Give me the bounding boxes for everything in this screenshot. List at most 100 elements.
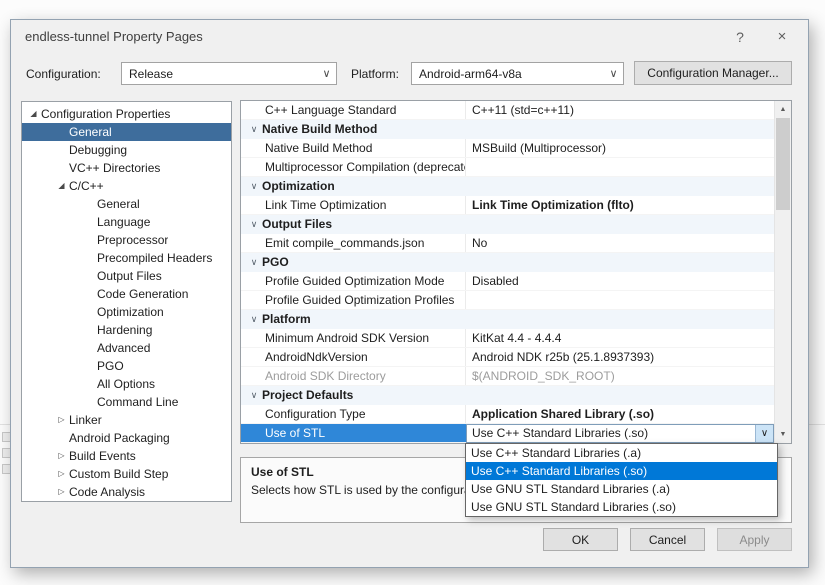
tree-item-label: All Options [97, 375, 155, 393]
property-value: Disabled [466, 272, 774, 290]
tree-collapse-icon[interactable]: ◢ [26, 105, 41, 123]
ok-button[interactable]: OK [543, 528, 618, 551]
property-row-c-language-standard[interactable]: C++ Language StandardC++11 (std=c++11) [241, 101, 774, 120]
grid-scrollbar[interactable]: ▲ ▼ [774, 101, 791, 443]
tree-item-build-events[interactable]: ▷Build Events [22, 447, 231, 465]
tree-item-general[interactable]: General [22, 195, 231, 213]
tree-expand-icon[interactable]: ▷ [54, 465, 69, 483]
tree-item-command-line[interactable]: Command Line [22, 393, 231, 411]
platform-combobox[interactable]: Android-arm64-v8a ∨ [411, 62, 624, 85]
configuration-combobox[interactable]: Release ∨ [121, 62, 337, 85]
tree-expand-icon[interactable]: ▷ [54, 483, 69, 501]
property-name: Profile Guided Optimization Profiles [241, 291, 466, 309]
tree-item-label: Precompiled Headers [97, 249, 212, 267]
dropdown-option-use-gnu-stl-standard-libraries-so[interactable]: Use GNU STL Standard Libraries (.so) [466, 498, 777, 516]
tree-item-label: Language [97, 213, 150, 231]
tree-collapse-icon[interactable]: ◢ [54, 177, 69, 195]
dialog-titlebar[interactable]: endless-tunnel Property Pages ? × [11, 20, 808, 54]
tree-item-label: Advanced [97, 339, 150, 357]
platform-label: Platform: [351, 67, 399, 81]
property-name: Minimum Android SDK Version [241, 329, 466, 347]
property-row-android-sdk-directory[interactable]: Android SDK Directory$(ANDROID_SDK_ROOT) [241, 367, 774, 386]
tree-expand-icon[interactable]: ▷ [54, 447, 69, 465]
group-label: Project Defaults [262, 386, 353, 405]
group-collapse-icon[interactable]: ∨ [246, 215, 262, 234]
property-name: AndroidNdkVersion [241, 348, 466, 366]
dropdown-option-use-c-standard-libraries-a[interactable]: Use C++ Standard Libraries (.a) [466, 444, 777, 462]
property-row-androidndkversion[interactable]: AndroidNdkVersionAndroid NDK r25b (25.1.… [241, 348, 774, 367]
tree-item-preprocessor[interactable]: Preprocessor [22, 231, 231, 249]
property-row-multiprocessor-compilation-deprecated[interactable]: Multiprocessor Compilation (deprecated) [241, 158, 774, 177]
dropdown-option-use-gnu-stl-standard-libraries-a[interactable]: Use GNU STL Standard Libraries (.a) [466, 480, 777, 498]
tree-item-c-c[interactable]: ◢C/C++ [22, 177, 231, 195]
dropdown-option-use-c-standard-libraries-so[interactable]: Use C++ Standard Libraries (.so) [466, 462, 777, 480]
configuration-manager-button[interactable]: Configuration Manager... [634, 61, 792, 85]
property-row-native-build-method[interactable]: Native Build MethodMSBuild (Multiprocess… [241, 139, 774, 158]
tree-item-label: Optimization [97, 303, 164, 321]
tree-item-linker[interactable]: ▷Linker [22, 411, 231, 429]
tree-item-label: Code Generation [97, 285, 188, 303]
property-row-configuration-type[interactable]: Configuration TypeApplication Shared Lib… [241, 405, 774, 424]
property-value: KitKat 4.4 - 4.4.4 [466, 329, 774, 347]
group-collapse-icon[interactable]: ∨ [246, 310, 262, 329]
group-row-pgo[interactable]: ∨PGO [241, 253, 774, 272]
cancel-button[interactable]: Cancel [630, 528, 705, 551]
property-row-link-time-optimization[interactable]: Link Time OptimizationLink Time Optimiza… [241, 196, 774, 215]
group-collapse-icon[interactable]: ∨ [246, 120, 262, 139]
tree-item-precompiled-headers[interactable]: Precompiled Headers [22, 249, 231, 267]
tree-item-language[interactable]: Language [22, 213, 231, 231]
scroll-up-icon[interactable]: ▲ [775, 101, 791, 118]
property-row-emit-compile-commands-json[interactable]: Emit compile_commands.jsonNo [241, 234, 774, 253]
tree-expand-icon[interactable]: ▷ [54, 411, 69, 429]
group-row-platform[interactable]: ∨Platform [241, 310, 774, 329]
group-row-native-build-method[interactable]: ∨Native Build Method [241, 120, 774, 139]
property-name: Profile Guided Optimization Mode [241, 272, 466, 290]
tree-item-configuration-properties[interactable]: ◢Configuration Properties [22, 105, 231, 123]
tree-item-pgo[interactable]: PGO [22, 357, 231, 375]
tree-item-label: Custom Build Step [69, 465, 168, 483]
tree-item-code-analysis[interactable]: ▷Code Analysis [22, 483, 231, 501]
property-row-minimum-android-sdk-version[interactable]: Minimum Android SDK VersionKitKat 4.4 - … [241, 329, 774, 348]
tree-item-label: Code Analysis [69, 483, 145, 501]
tree-item-label: General [69, 123, 112, 141]
close-icon[interactable]: × [766, 20, 798, 54]
property-value: No [466, 234, 774, 252]
property-value: Application Shared Library (.so) [466, 405, 774, 423]
group-collapse-icon[interactable]: ∨ [246, 253, 262, 272]
tree-item-advanced[interactable]: Advanced [22, 339, 231, 357]
tree-item-optimization[interactable]: Optimization [22, 303, 231, 321]
property-row-profile-guided-optimization-profiles[interactable]: Profile Guided Optimization Profiles [241, 291, 774, 310]
tree-item-code-generation[interactable]: Code Generation [22, 285, 231, 303]
apply-button[interactable]: Apply [717, 528, 792, 551]
property-row-use-of-stl[interactable]: Use of STLUse C++ Standard Libraries (.s… [241, 424, 774, 443]
group-row-optimization[interactable]: ∨Optimization [241, 177, 774, 196]
scrollbar-thumb[interactable] [776, 118, 790, 210]
scroll-down-icon[interactable]: ▼ [775, 426, 791, 443]
property-value: Link Time Optimization (flto) [466, 196, 774, 214]
tree-item-vc-directories[interactable]: VC++ Directories [22, 159, 231, 177]
tree-item-output-files[interactable]: Output Files [22, 267, 231, 285]
group-row-project-defaults[interactable]: ∨Project Defaults [241, 386, 774, 405]
property-pages-dialog: endless-tunnel Property Pages ? × Config… [10, 19, 809, 568]
group-collapse-icon[interactable]: ∨ [246, 386, 262, 405]
tree-item-debugging[interactable]: Debugging [22, 141, 231, 159]
property-value: MSBuild (Multiprocessor) [466, 139, 774, 157]
combo-open-icon[interactable]: ∨ [755, 425, 773, 442]
tree-item-all-options[interactable]: All Options [22, 375, 231, 393]
help-icon[interactable]: ? [724, 20, 756, 54]
tree-item-general[interactable]: General [22, 123, 231, 141]
group-label: Native Build Method [262, 120, 377, 139]
tree-item-custom-build-step[interactable]: ▷Custom Build Step [22, 465, 231, 483]
tree-item-label: C/C++ [69, 177, 104, 195]
group-collapse-icon[interactable]: ∨ [246, 177, 262, 196]
tree-item-label: Command Line [97, 393, 178, 411]
property-value: Android NDK r25b (25.1.8937393) [466, 348, 774, 366]
tree-item-label: Preprocessor [97, 231, 168, 249]
tree-item-android-packaging[interactable]: Android Packaging [22, 429, 231, 447]
tree-item-hardening[interactable]: Hardening [22, 321, 231, 339]
group-label: Optimization [262, 177, 335, 196]
chevron-down-icon: ∨ [604, 67, 623, 80]
group-row-output-files[interactable]: ∨Output Files [241, 215, 774, 234]
property-row-profile-guided-optimization-mode[interactable]: Profile Guided Optimization ModeDisabled [241, 272, 774, 291]
stl-combobox[interactable]: Use C++ Standard Libraries (.so)∨ [466, 424, 774, 443]
